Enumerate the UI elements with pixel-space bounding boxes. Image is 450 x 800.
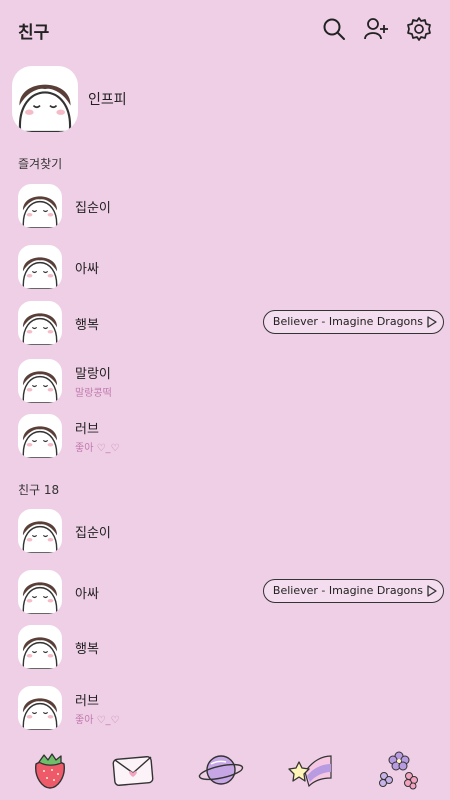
status-message: 좋아 ♡_♡ [75,443,120,454]
envelope-icon[interactable] [110,748,156,792]
friend-row[interactable]: 말랑이 말랑콩떡 [18,359,438,403]
strawberry-icon[interactable] [27,748,73,792]
search-icon[interactable] [321,16,347,42]
friend-row[interactable]: 집순이 [18,184,438,228]
avatar [18,245,62,289]
status-message: 말랑콩떡 [75,388,112,399]
music-badge[interactable]: Believer - Imagine Dragons [262,310,444,334]
music-title: Believer - Imagine Dragons [272,315,423,328]
friend-name: 말랑이 [75,367,111,382]
friend-name: 집순이 [75,201,111,216]
bottom-tab-bar [0,742,450,800]
avatar [18,509,62,553]
friend-name: 행복 [75,318,99,333]
my-profile[interactable]: 인프피 [12,66,432,132]
friends-header: 친구 18 [18,483,60,497]
music-badge[interactable]: Believer - Imagine Dragons [262,579,444,603]
friend-name: 아싸 [75,262,99,277]
avatar [18,686,62,730]
page-title: 친구 [18,23,50,43]
add-friend-icon[interactable] [363,16,389,42]
friend-name: 러브 [75,694,99,709]
play-icon [427,316,437,328]
avatar [18,570,62,614]
header: 친구 [0,0,450,60]
friend-name: 아싸 [75,587,99,602]
planet-icon[interactable] [198,748,244,792]
flowers-icon[interactable] [375,748,421,792]
friend-row[interactable]: 행복 [18,625,438,669]
avatar [18,359,62,403]
play-icon [427,585,437,597]
friend-row[interactable]: 러브 좋아 ♡_♡ [18,686,438,730]
profile-name: 인프피 [88,92,127,108]
friend-row[interactable]: 행복 Believer - Imagine Dragons [18,301,444,345]
shooting-star-icon[interactable] [287,748,333,792]
friend-row[interactable]: 러브 좋아 ♡_♡ [18,414,438,458]
friend-name: 집순이 [75,526,111,541]
avatar [18,184,62,228]
status-message: 좋아 ♡_♡ [75,715,120,726]
gear-icon[interactable] [406,16,432,42]
music-title: Believer - Imagine Dragons [272,584,423,597]
avatar [18,414,62,458]
friend-row[interactable]: 집순이 [18,509,438,553]
friend-row[interactable]: 아싸 Believer - Imagine Dragons [18,570,444,614]
favorites-header: 즐겨찾기 [18,157,63,171]
friend-name: 행복 [75,642,99,657]
avatar [18,301,62,345]
avatar [12,66,78,132]
avatar [18,625,62,669]
friend-name: 러브 [75,422,99,437]
friend-row[interactable]: 아싸 [18,245,438,289]
